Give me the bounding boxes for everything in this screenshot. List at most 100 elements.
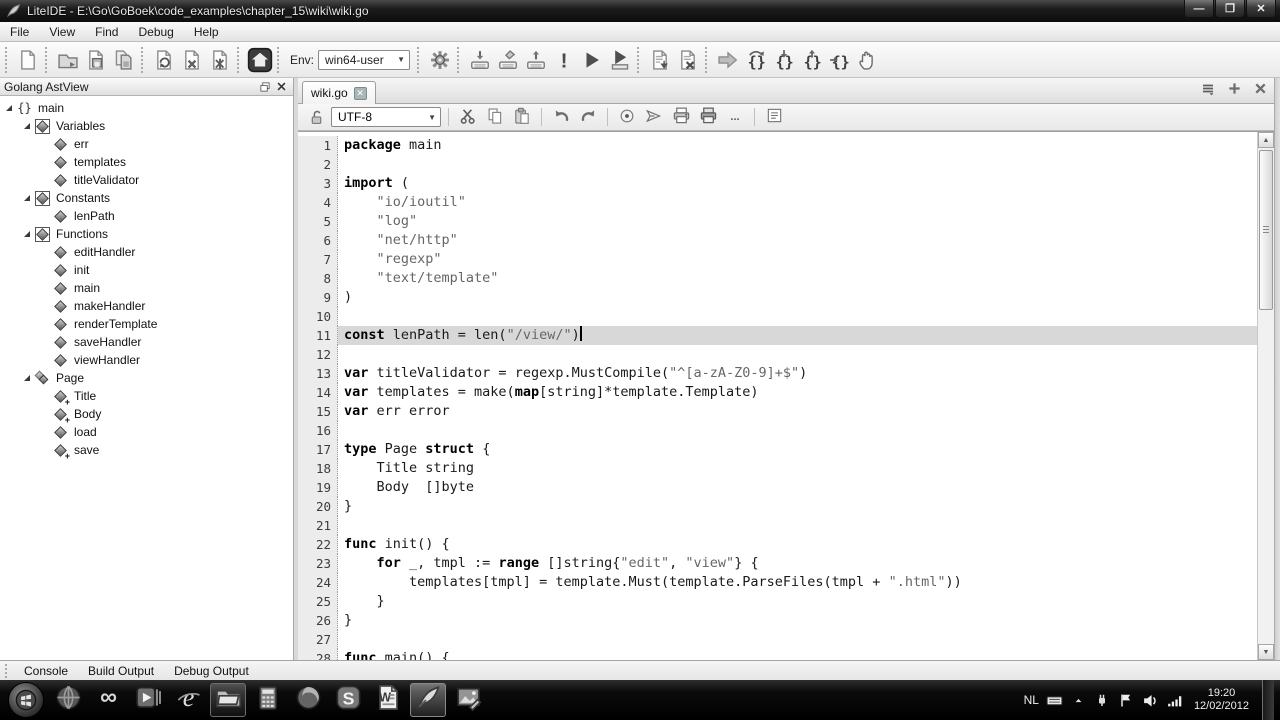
run-button[interactable] xyxy=(578,46,606,74)
restore-button[interactable]: ❐ xyxy=(1215,0,1245,18)
taskbar-infinity-app[interactable]: ∞ xyxy=(90,683,126,717)
tree-item-editHandler[interactable]: editHandler xyxy=(0,243,293,261)
step-into-button[interactable]: {} xyxy=(770,46,798,74)
undo-button[interactable] xyxy=(549,106,573,128)
taskbar-skype[interactable]: S xyxy=(330,683,366,717)
tab-close-button[interactable] xyxy=(1250,82,1270,100)
redo-button[interactable] xyxy=(576,106,600,128)
step-over-button[interactable]: {} xyxy=(742,46,770,74)
tree-item-Variables[interactable]: Variables xyxy=(0,117,293,135)
paste-button[interactable] xyxy=(510,106,534,128)
close-file-button[interactable] xyxy=(178,46,206,74)
tree-item-makeHandler[interactable]: makeHandler xyxy=(0,297,293,315)
show-desktop-button[interactable] xyxy=(1262,680,1274,720)
tree-item-viewHandler[interactable]: viewHandler xyxy=(0,351,293,369)
reload-file-button[interactable] xyxy=(150,46,178,74)
tree-item-load[interactable]: load xyxy=(0,423,293,441)
scrollbar-thumb[interactable] xyxy=(1259,150,1273,310)
expander-icon[interactable] xyxy=(24,231,30,237)
tree-item-Title[interactable]: +Title xyxy=(0,387,293,405)
network-signal-icon[interactable] xyxy=(1166,692,1183,709)
close-all-button[interactable] xyxy=(206,46,234,74)
taskbar-image-editor[interactable] xyxy=(450,683,486,717)
menu-file[interactable]: File xyxy=(0,23,39,41)
close-panel-button[interactable] xyxy=(273,80,289,94)
run-output-button[interactable] xyxy=(606,46,634,74)
tree-item-titleValidator[interactable]: titleValidator xyxy=(0,171,293,189)
print-button[interactable] xyxy=(669,106,693,128)
tree-item-templates[interactable]: templates xyxy=(0,153,293,171)
code-line-28[interactable]: 28func main() { xyxy=(298,649,1257,660)
scroll-up-icon[interactable]: ▲ xyxy=(1258,132,1274,148)
clock[interactable]: 19:20 12/02/2012 xyxy=(1194,687,1249,713)
expander-icon[interactable] xyxy=(6,105,12,111)
build-install-button[interactable] xyxy=(522,46,550,74)
print-2-button[interactable] xyxy=(696,106,720,128)
build-button[interactable] xyxy=(466,46,494,74)
export-button[interactable] xyxy=(642,106,666,128)
tree-item-main[interactable]: main xyxy=(0,279,293,297)
new-file-button[interactable] xyxy=(14,46,42,74)
start-button[interactable] xyxy=(8,682,44,718)
taskbar-windows-explorer[interactable] xyxy=(210,683,246,717)
tab-wiki-go[interactable]: wiki.go ✕ xyxy=(302,81,376,104)
code-line-25[interactable]: 25 } xyxy=(298,592,1257,611)
scroll-down-icon[interactable]: ▼ xyxy=(1258,644,1274,660)
lock-icon[interactable] xyxy=(304,106,328,128)
copy-button[interactable] xyxy=(483,106,507,128)
code-line-14[interactable]: 14var templates = make(map[string]*templ… xyxy=(298,383,1257,402)
output-tab-build-output[interactable]: Build Output xyxy=(78,663,164,679)
home-button[interactable] xyxy=(246,46,274,74)
cut-button[interactable] xyxy=(456,106,480,128)
tree-item-Functions[interactable]: Functions xyxy=(0,225,293,243)
output-tab-console[interactable]: Console xyxy=(14,663,78,679)
code-editor[interactable]: 1package main23import (4 "io/ioutil"5 "l… xyxy=(298,132,1257,660)
code-line-5[interactable]: 5 "log" xyxy=(298,212,1257,231)
tree-item-Body[interactable]: +Body xyxy=(0,405,293,423)
close-button[interactable]: ✕ xyxy=(1246,0,1276,18)
code-line-20[interactable]: 20} xyxy=(298,497,1257,516)
save-file-button[interactable] xyxy=(82,46,110,74)
action-flag-icon[interactable] xyxy=(1118,692,1135,709)
expander-icon[interactable] xyxy=(24,123,30,129)
code-line-15[interactable]: 15var err error xyxy=(298,402,1257,421)
code-line-24[interactable]: 24 templates[tmpl] = template.Must(templ… xyxy=(298,573,1257,592)
keyboard-icon[interactable] xyxy=(1046,692,1063,709)
taskbar-word[interactable]: W xyxy=(370,683,406,717)
code-line-4[interactable]: 4 "io/ioutil" xyxy=(298,193,1257,212)
code-line-11[interactable]: 11const lenPath = len("/view/") xyxy=(298,326,1257,345)
more-button[interactable]: ... xyxy=(723,106,747,128)
power-plug-icon[interactable] xyxy=(1094,692,1111,709)
code-line-8[interactable]: 8 "text/template" xyxy=(298,269,1257,288)
env-select[interactable]: win64-user▼ xyxy=(318,50,410,70)
tab-list-button[interactable] xyxy=(1198,82,1218,100)
options-gear-button[interactable] xyxy=(426,46,454,74)
tree-item-saveHandler[interactable]: saveHandler xyxy=(0,333,293,351)
code-line-19[interactable]: 19 Body []byte xyxy=(298,478,1257,497)
menu-help[interactable]: Help xyxy=(184,23,229,41)
vertical-scrollbar[interactable]: ▲ ▼ xyxy=(1257,132,1274,660)
continue-arrow-button[interactable] xyxy=(714,46,742,74)
code-line-12[interactable]: 12 xyxy=(298,345,1257,364)
code-line-21[interactable]: 21 xyxy=(298,516,1257,535)
open-file-button[interactable] xyxy=(54,46,82,74)
code-line-16[interactable]: 16 xyxy=(298,421,1257,440)
code-line-26[interactable]: 26} xyxy=(298,611,1257,630)
tree-item-Page[interactable]: Page xyxy=(0,369,293,387)
tab-close-icon[interactable]: ✕ xyxy=(354,87,367,100)
record-button[interactable] xyxy=(615,106,639,128)
float-panel-button[interactable] xyxy=(257,80,273,94)
close-doc-button[interactable] xyxy=(674,46,702,74)
stop-exclaim-button[interactable]: ! xyxy=(550,46,578,74)
save-all-button[interactable] xyxy=(110,46,138,74)
pause-hand-button[interactable] xyxy=(854,46,882,74)
code-line-10[interactable]: 10 xyxy=(298,307,1257,326)
minimize-button[interactable]: — xyxy=(1184,0,1214,18)
hidden-icons-arrow-icon[interactable] xyxy=(1070,692,1087,709)
expander-icon[interactable] xyxy=(24,195,30,201)
export-doc-button[interactable] xyxy=(646,46,674,74)
build-edit-button[interactable] xyxy=(494,46,522,74)
step-out-button[interactable]: {} xyxy=(798,46,826,74)
tree-item-lenPath[interactable]: lenPath xyxy=(0,207,293,225)
code-line-3[interactable]: 3import ( xyxy=(298,174,1257,193)
